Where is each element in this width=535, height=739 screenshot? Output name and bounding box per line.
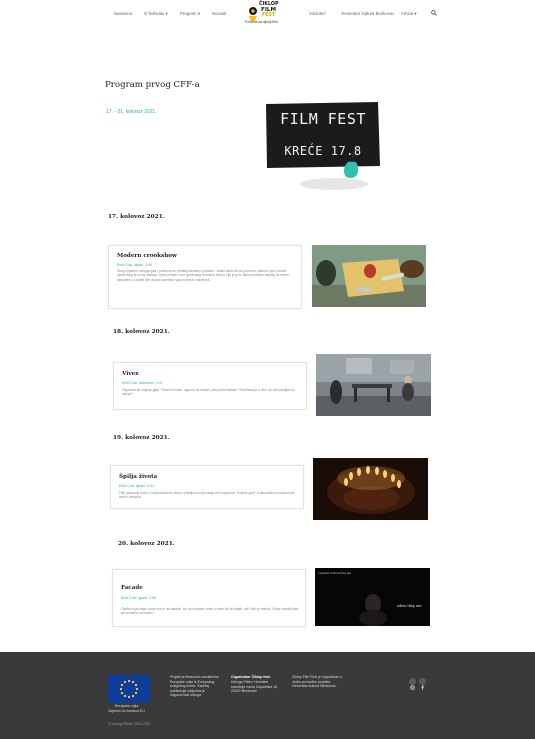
film-card[interactable]: Modern crookshow Emil Ćuić, igrani, 1:44… — [108, 245, 302, 309]
nav-item-o-festivalu[interactable]: O festivalu ▾ — [144, 11, 168, 17]
nav-item-volonteri[interactable]: Volonteri — [309, 11, 326, 16]
film-meta: Emil Ćuić, igrani, 1:44 — [117, 263, 152, 267]
film-card[interactable]: Facade Emil Ćuić, igrani, 2:56 Osoba koj… — [112, 569, 306, 627]
film-description: Osoba koja izlaže svoje lice je iza fasa… — [121, 607, 299, 616]
facebook-icon[interactable] — [419, 678, 426, 690]
film-card[interactable]: Vivex Emil Ćuić, animirani, 0:47 Sigurno… — [113, 362, 307, 410]
search-icon[interactable] — [431, 10, 437, 16]
nav-item-novosti[interactable]: Novosti — [212, 11, 226, 16]
film-title: Modern crookshow — [117, 253, 177, 259]
festival-dates: 17. - 21. kolovoz 2021. — [106, 109, 157, 115]
film-meta: Emil Ćuić, animirani, 0:47 — [122, 381, 163, 385]
film-still-facade: I wonder if there they are when they are — [315, 568, 430, 626]
chevron-down-icon: ▾ — [165, 11, 168, 16]
film-title: Facade — [121, 585, 143, 591]
nav-item-label: O festivalu — [144, 11, 165, 16]
day-heading: 20. kolovoz 2021. — [118, 541, 175, 547]
poster-line-1: FILM FEST — [280, 110, 366, 128]
subtitle-caption-top: I wonder if there they are — [318, 571, 352, 575]
logo-text-bot: FEST — [262, 13, 276, 18]
footer-about-text: Čiklop Film Fest je organiziran u okviru… — [292, 675, 342, 689]
nav-item-label: Arhiva — [401, 11, 414, 16]
film-meta: Emil Ćuić, igrani, 4:41 — [119, 484, 154, 488]
film-meta: Emil Ćuić, igrani, 2:56 — [121, 596, 156, 600]
film-description: Zbog nejasnih razloga ljudi i predmeti s… — [117, 269, 290, 282]
chevron-down-icon: ▾ — [414, 11, 417, 16]
footer-funding-text: Projekt je financiran sredstvima Europsk… — [170, 675, 219, 698]
nav-item-arhiva[interactable]: Arhiva ▾ — [401, 11, 417, 17]
film-still-vivex — [316, 354, 431, 416]
poster-line-2: KREĆE 17.8 — [284, 144, 362, 158]
film-title: Špilja života — [119, 474, 158, 480]
day-heading: 19. kolovoz 2021. — [113, 435, 170, 441]
film-description: Film prikazuje priču o kompliciranom živ… — [119, 491, 295, 500]
logo-subtitle: Festival za dječji film — [245, 20, 278, 24]
film-card[interactable]: Špilja života Emil Ćuić, igrani, 4:41 Fi… — [110, 465, 304, 509]
eu-stars-icon — [119, 679, 139, 699]
instagram-icon[interactable] — [409, 678, 416, 690]
day-heading: 17. kolovoz 2021. — [108, 214, 165, 220]
chevron-down-icon: ▾ — [197, 11, 200, 16]
nav-item-program[interactable]: Program ▾ — [180, 11, 200, 17]
film-still-spilja-zivota — [313, 458, 428, 520]
subtitle-caption-bottom: when they are — [397, 604, 422, 608]
eu-label: Europska unija — [115, 704, 139, 708]
eu-flag — [108, 675, 150, 703]
nav-item-label: Program — [180, 11, 197, 16]
film-description: Sigurnost se mijenja gdje? Robot ili kol… — [122, 388, 295, 397]
page-title: Program prvog CFF-a — [105, 80, 200, 90]
copyright: © Udruga Piktro 2020-2021 — [108, 722, 151, 726]
nav-item-naslovna[interactable]: Naslovna — [114, 11, 132, 16]
footer-organizer-text: Udruga Piktro, Hrvatske branitelje Ivana… — [231, 680, 278, 694]
film-title: Vivex — [122, 371, 139, 377]
eu-sublabel: Zajedno do fondova EU — [108, 709, 145, 713]
day-heading: 18. kolovoz 2021. — [113, 329, 170, 335]
site-footer — [0, 652, 535, 739]
footer-organizer-title: Organizator Čiklop fest: — [231, 675, 271, 679]
festival-poster: FILM FEST KREĆE 17.8 — [264, 100, 382, 192]
nav-item-generator-kultura[interactable]: Generator kultura Benkovac — [341, 11, 395, 16]
film-still-modern-crookshow — [312, 245, 426, 307]
